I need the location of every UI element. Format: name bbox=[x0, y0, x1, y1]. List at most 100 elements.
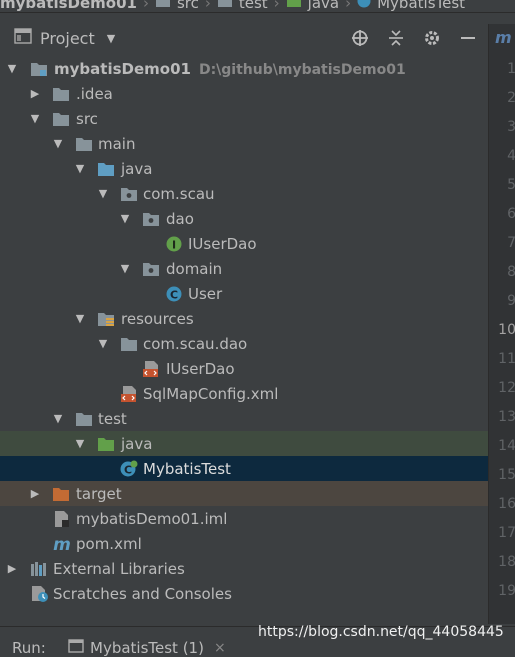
watermark-url: https://blog.csdn.net/qq_44058445 bbox=[258, 624, 504, 640]
close-icon[interactable]: × bbox=[214, 640, 226, 656]
tree-item-label: main bbox=[98, 134, 136, 153]
libraries-icon bbox=[30, 560, 48, 578]
breadcrumb-item-mybatistest[interactable]: MybatisTest bbox=[357, 0, 465, 12]
expand-arrow-icon[interactable]: ▼ bbox=[119, 212, 131, 225]
locate-file-icon[interactable] bbox=[350, 28, 370, 48]
tree-item-dao[interactable]: ▼ dao bbox=[0, 206, 488, 231]
run-tab-mybatistest[interactable]: MybatisTest (1) × bbox=[68, 639, 226, 657]
line-number: 5 bbox=[507, 177, 515, 193]
line-number: 12 bbox=[498, 380, 515, 396]
tree-item-pom[interactable]: m pom.xml bbox=[0, 531, 488, 556]
package-icon bbox=[142, 210, 160, 228]
iml-file-icon bbox=[52, 510, 70, 528]
breadcrumb-separator: › bbox=[345, 0, 352, 12]
breadcrumb-item-src[interactable]: src bbox=[155, 0, 199, 12]
panel-title: Project bbox=[40, 28, 95, 48]
tree-item-label: pom.xml bbox=[76, 534, 142, 553]
line-number-current: 10 bbox=[498, 322, 515, 338]
line-number: 2 bbox=[507, 90, 515, 106]
expand-arrow-icon[interactable]: ▼ bbox=[6, 62, 18, 75]
tree-item-external-libraries[interactable]: ▶ External Libraries bbox=[0, 556, 488, 581]
line-number: 16 bbox=[498, 496, 515, 512]
tree-item-iuserdao-xml[interactable]: IUserDao bbox=[0, 356, 488, 381]
line-number: 9 bbox=[507, 293, 515, 309]
tree-item-idea[interactable]: ▶ .idea bbox=[0, 81, 488, 106]
breadcrumb-item-test[interactable]: test bbox=[217, 0, 268, 12]
tree-item-src[interactable]: ▼ src bbox=[0, 106, 488, 131]
source-folder-icon bbox=[97, 160, 115, 178]
line-number: 8 bbox=[507, 264, 515, 280]
line-number: 19 bbox=[498, 583, 515, 599]
tree-item-domain[interactable]: ▼ domain bbox=[0, 256, 488, 281]
line-number: 15 bbox=[498, 467, 515, 483]
project-panel-header: Project ▼ bbox=[0, 24, 488, 54]
xml-file-icon bbox=[120, 385, 138, 403]
run-tab-label: MybatisTest (1) bbox=[90, 639, 204, 657]
line-number: 7 bbox=[507, 235, 515, 251]
line-number: 17 bbox=[498, 525, 515, 541]
project-view-selector[interactable]: Project ▼ bbox=[14, 28, 115, 48]
test-class-icon: C bbox=[120, 460, 138, 478]
expand-arrow-icon[interactable]: ▼ bbox=[52, 412, 64, 425]
folder-icon bbox=[52, 85, 70, 103]
folder-icon bbox=[75, 410, 93, 428]
expand-arrow-icon[interactable]: ▼ bbox=[29, 112, 41, 125]
tree-item-scratches[interactable]: Scratches and Consoles bbox=[0, 581, 488, 606]
tree-item-main[interactable]: ▼ main bbox=[0, 131, 488, 156]
tree-item-resources[interactable]: ▼ resources bbox=[0, 306, 488, 331]
tree-item-com-scau-dao[interactable]: ▼ com.scau.dao bbox=[0, 331, 488, 356]
breadcrumb-item-java[interactable]: java bbox=[286, 0, 339, 12]
tree-item-test-java[interactable]: ▼ java bbox=[0, 431, 488, 456]
package-icon bbox=[142, 260, 160, 278]
tree-item-iuserdao-interface[interactable]: I IUserDao bbox=[0, 231, 488, 256]
breadcrumb-separator: › bbox=[273, 0, 280, 12]
tree-item-label: External Libraries bbox=[53, 559, 185, 578]
expand-arrow-icon[interactable]: ▼ bbox=[97, 337, 109, 350]
chevron-down-icon: ▼ bbox=[106, 31, 116, 45]
expand-arrow-icon[interactable]: ▼ bbox=[97, 187, 109, 200]
expand-arrow-icon[interactable]: ▼ bbox=[74, 162, 86, 175]
xml-file-icon bbox=[142, 360, 160, 378]
tree-item-label: MybatisTest bbox=[143, 459, 231, 478]
tree-item-label: Scratches and Consoles bbox=[53, 584, 232, 603]
line-number: 13 bbox=[498, 409, 515, 425]
breadcrumb: mybatisDemo01 › src › test › java › Myba… bbox=[0, 0, 515, 13]
expand-arrow-icon[interactable]: ▼ bbox=[52, 137, 64, 150]
excluded-folder-icon bbox=[52, 485, 70, 503]
tree-item-iml[interactable]: mybatisDemo01.iml bbox=[0, 506, 488, 531]
collapse-arrow-icon[interactable]: ▶ bbox=[29, 487, 41, 500]
collapse-all-icon[interactable] bbox=[386, 28, 406, 48]
project-tree: ▼ mybatisDemo01 D:\github\mybatisDemo01 ▶… bbox=[0, 56, 488, 616]
interface-icon: I bbox=[165, 235, 183, 253]
folder-icon bbox=[120, 335, 138, 353]
tree-item-label: User bbox=[188, 284, 223, 303]
tree-item-main-java[interactable]: ▼ java bbox=[0, 156, 488, 181]
maven-file-tab-icon[interactable]: m bbox=[495, 28, 512, 47]
gear-icon[interactable] bbox=[422, 28, 442, 48]
folder-icon bbox=[52, 110, 70, 128]
tree-item-user-class[interactable]: C User bbox=[0, 281, 488, 306]
tree-item-label: com.scau.dao bbox=[143, 334, 248, 353]
tree-item-project-root[interactable]: ▼ mybatisDemo01 D:\github\mybatisDemo01 bbox=[0, 56, 488, 81]
tree-item-test[interactable]: ▼ test bbox=[0, 406, 488, 431]
tree-item-label: dao bbox=[166, 209, 194, 228]
breadcrumb-item-project[interactable]: mybatisDemo01 bbox=[0, 0, 137, 12]
expand-arrow-icon[interactable]: ▼ bbox=[74, 312, 86, 325]
line-number: 18 bbox=[498, 554, 515, 570]
folder-icon bbox=[217, 0, 233, 12]
breadcrumb-separator: › bbox=[142, 0, 149, 12]
tree-item-sqlmapconfig[interactable]: SqlMapConfig.xml bbox=[0, 381, 488, 406]
tree-item-label: IUserDao bbox=[166, 359, 235, 378]
tree-item-mybatistest[interactable]: C MybatisTest bbox=[0, 456, 488, 481]
collapse-arrow-icon[interactable]: ▶ bbox=[6, 562, 18, 575]
svg-text:m: m bbox=[53, 536, 70, 552]
expand-arrow-icon[interactable]: ▼ bbox=[74, 437, 86, 450]
tree-item-label: mybatisDemo01 bbox=[54, 59, 191, 78]
tree-item-target[interactable]: ▶ target bbox=[0, 481, 488, 506]
expand-arrow-icon[interactable]: ▼ bbox=[119, 262, 131, 275]
tree-item-com-scau[interactable]: ▼ com.scau bbox=[0, 181, 488, 206]
collapse-arrow-icon[interactable]: ▶ bbox=[29, 87, 41, 100]
tree-item-label: mybatisDemo01.iml bbox=[76, 509, 228, 528]
hide-panel-icon[interactable] bbox=[458, 28, 478, 48]
module-folder-icon bbox=[30, 60, 48, 78]
